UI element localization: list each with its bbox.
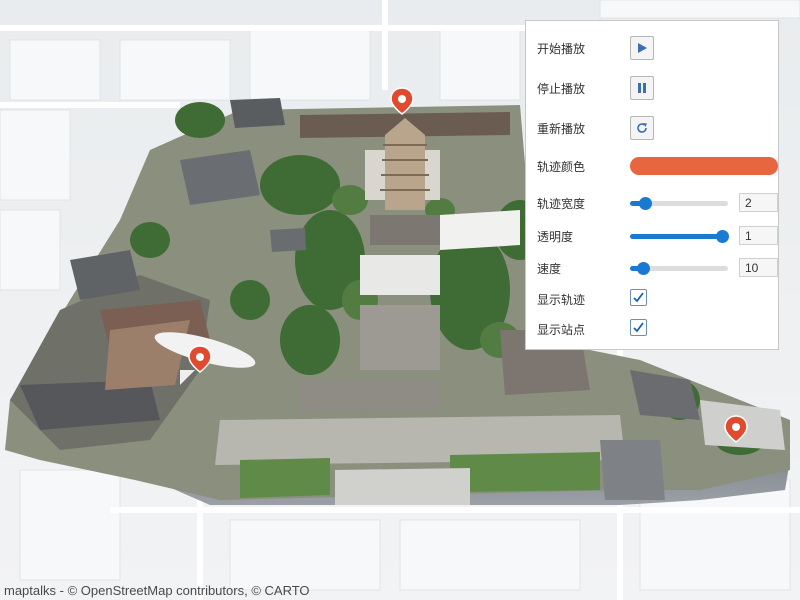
show-trail-checkbox[interactable] [630, 289, 647, 306]
start-row: 开始播放 [537, 36, 773, 60]
opacity-row: 透明度 1 [537, 224, 778, 248]
opacity-slider[interactable] [630, 230, 730, 243]
show-trail-label: 显示轨迹 [537, 293, 586, 307]
trail-width-row: 轨迹宽度 2 [537, 191, 778, 215]
pause-button[interactable] [630, 76, 654, 100]
play-icon [638, 43, 647, 53]
carto-link[interactable]: CARTO [265, 583, 310, 598]
slider-thumb[interactable] [636, 262, 650, 275]
restart-row: 重新播放 [537, 116, 773, 140]
control-panel: 开始播放 停止播放 重新播放 轨迹颜色 轨迹宽度 2 透明度 1 速度 10 显… [525, 20, 779, 350]
stop-label: 停止播放 [537, 82, 586, 96]
restart-button[interactable] [630, 116, 654, 140]
speed-label: 速度 [537, 262, 562, 276]
speed-slider[interactable] [630, 262, 728, 275]
show-stations-checkbox[interactable] [630, 319, 647, 336]
play-button[interactable] [630, 36, 654, 60]
trail-color-row: 轨迹颜色 [537, 154, 778, 178]
refresh-icon [637, 123, 647, 133]
trail-color-picker[interactable] [630, 157, 778, 175]
trail-width-label: 轨迹宽度 [537, 197, 586, 211]
trail-width-slider[interactable] [630, 197, 728, 210]
slider-thumb[interactable] [716, 230, 730, 243]
start-label: 开始播放 [537, 42, 586, 56]
checkmark-icon [633, 322, 644, 333]
attribution-separator: , © [244, 583, 265, 598]
show-stations-label: 显示站点 [537, 323, 586, 337]
maptalks-link[interactable]: maptalks [4, 583, 56, 598]
pause-icon [638, 83, 646, 93]
opacity-label: 透明度 [537, 230, 574, 244]
restart-label: 重新播放 [537, 122, 586, 136]
opacity-input[interactable]: 1 [739, 226, 778, 245]
show-trail-row: 显示轨迹 [537, 287, 773, 311]
trail-color-label: 轨迹颜色 [537, 160, 586, 174]
attribution-separator: - © [56, 583, 81, 598]
slider-fill [630, 234, 723, 239]
stop-row: 停止播放 [537, 76, 773, 100]
osm-link[interactable]: OpenStreetMap contributors [81, 583, 244, 598]
map-attribution: maptalks - © OpenStreetMap contributors,… [4, 583, 310, 598]
speed-input[interactable]: 10 [739, 258, 778, 277]
checkmark-icon [633, 292, 644, 303]
slider-thumb[interactable] [638, 197, 652, 210]
trail-width-input[interactable]: 2 [739, 193, 778, 212]
speed-row: 速度 10 [537, 256, 778, 280]
show-stations-row: 显示站点 [537, 317, 773, 341]
